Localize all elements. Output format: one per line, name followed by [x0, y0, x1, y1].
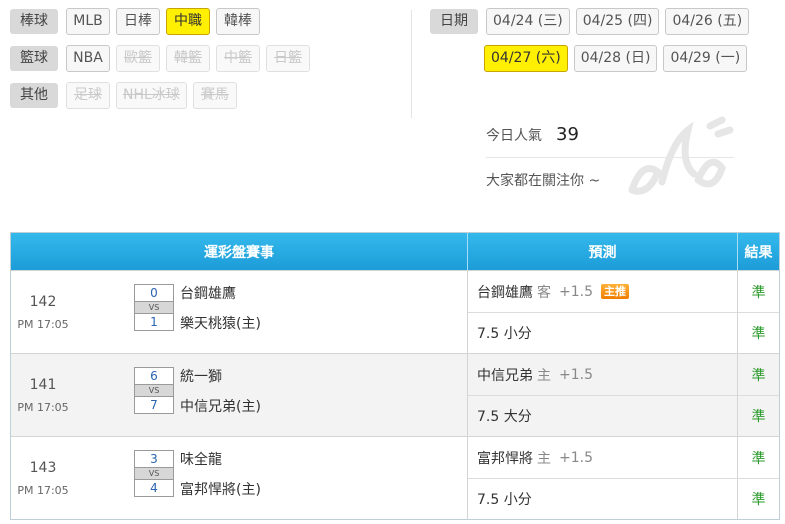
- game-time: PM 17:05: [17, 400, 69, 414]
- away-score: 0: [134, 284, 174, 302]
- prediction-total: 7.5 大分: [468, 395, 737, 436]
- chip-euro-basketball: 歐籃: [116, 45, 160, 72]
- filter-row-baseball: 棒球 MLB 日棒 中職 韓棒: [10, 8, 410, 35]
- pred-line: +1.5: [559, 366, 593, 383]
- home-score: 1: [134, 313, 174, 331]
- header-result: 結果: [744, 244, 773, 261]
- vs-label: VS: [134, 385, 174, 396]
- date-chip[interactable]: 04/25 (四): [575, 8, 660, 35]
- date-selector: 日期 04/24 (三) 04/25 (四) 04/26 (五) 04/27 (…: [430, 8, 780, 82]
- home-team: 中信兄弟(主): [180, 399, 261, 415]
- table-header: 運彩盤賽事 預測 結果: [11, 233, 779, 270]
- date-label: 日期: [430, 9, 478, 34]
- category-label: 棒球: [10, 9, 58, 34]
- chip-cpbl[interactable]: 中職: [166, 8, 210, 35]
- chip-horse-racing: 賽馬: [192, 82, 237, 109]
- date-row-1: 日期 04/24 (三) 04/25 (四) 04/26 (五): [430, 8, 780, 35]
- prediction-spread: 富邦悍將 主 +1.5: [468, 437, 737, 478]
- popularity-subtitle: 大家都在關注你 ~: [486, 173, 601, 189]
- filter-row-other: 其他 足球 NHL冰球 賽馬: [10, 82, 410, 109]
- prediction-total: 7.5 小分: [468, 312, 737, 353]
- pred-team: 台鋼雄鷹: [477, 284, 533, 301]
- header-prediction: 預測: [468, 233, 738, 270]
- date-chip[interactable]: 04/26 (五): [665, 8, 750, 35]
- game-time: PM 17:05: [17, 483, 69, 497]
- game-number: 143: [29, 459, 57, 476]
- away-score: 6: [134, 367, 174, 385]
- chip-kbo[interactable]: 韓棒: [216, 8, 260, 35]
- result-mark: 準: [751, 367, 766, 384]
- result-mark: 準: [738, 478, 779, 519]
- match-table: 運彩盤賽事 預測 結果 142 PM 17:05 0 VS 1 台鋼雄鷹 樂天桃…: [10, 232, 780, 520]
- popularity-count: 39: [556, 124, 579, 145]
- away-score: 3: [134, 450, 174, 468]
- game-number: 141: [29, 376, 57, 393]
- category-label: 其他: [10, 83, 58, 108]
- pred-line: +1.5: [559, 283, 593, 300]
- pred-team: 富邦悍將: [477, 450, 533, 467]
- date-chip[interactable]: 04/24 (三): [486, 8, 570, 35]
- result-mark: 準: [738, 312, 779, 353]
- result-mark: 準: [751, 284, 766, 301]
- date-row-2: 04/27 (六) 04/28 (日) 04/29 (一): [430, 45, 780, 72]
- home-team: 富邦悍將(主): [180, 482, 261, 498]
- prediction-spread: 中信兄弟 主 +1.5: [468, 354, 737, 395]
- table-row: 141 PM 17:05 6 VS 7 統一獅 中信兄弟(主) 中信兄弟 主 +…: [11, 353, 779, 436]
- result-mark: 準: [751, 450, 766, 467]
- divider: [411, 10, 412, 118]
- game-time: PM 17:05: [17, 317, 69, 331]
- pred-side: 主: [537, 367, 551, 384]
- date-chip-selected[interactable]: 04/27 (六): [484, 45, 568, 72]
- chip-japan-basketball: 日籃: [266, 45, 310, 72]
- date-chip[interactable]: 04/28 (日): [573, 45, 658, 72]
- scoreboard: 0 VS 1: [134, 284, 174, 331]
- pred-line: +1.5: [559, 449, 593, 466]
- date-chip[interactable]: 04/29 (一): [663, 45, 748, 72]
- chip-soccer: 足球: [66, 82, 110, 109]
- pred-side: 主: [537, 450, 551, 467]
- chip-china-basketball: 中籃: [216, 45, 260, 72]
- vs-label: VS: [134, 302, 174, 313]
- table-row: 142 PM 17:05 0 VS 1 台鋼雄鷹 樂天桃猿(主) 台鋼雄鷹 客 …: [11, 270, 779, 353]
- game-number: 142: [29, 293, 57, 310]
- pred-team: 中信兄弟: [477, 367, 533, 384]
- away-team: 味全龍: [180, 452, 222, 468]
- pred-side: 客: [537, 284, 551, 301]
- chip-npb[interactable]: 日棒: [116, 8, 160, 35]
- category-label: 籃球: [10, 46, 58, 71]
- header-match: 運彩盤賽事: [11, 233, 468, 270]
- sport-filters: 棒球 MLB 日棒 中職 韓棒 籃球 NBA 歐籃 韓籃 中籃 日籃 其他 足球…: [10, 8, 410, 119]
- table-row: 143 PM 17:05 3 VS 4 味全龍 富邦悍將(主) 富邦悍將 主 +…: [11, 436, 779, 519]
- away-team: 台鋼雄鷹: [180, 286, 236, 302]
- home-score: 4: [134, 479, 174, 497]
- vs-label: VS: [134, 468, 174, 479]
- chip-mlb[interactable]: MLB: [66, 8, 110, 35]
- filter-row-basketball: 籃球 NBA 歐籃 韓籃 中籃 日籃: [10, 45, 410, 72]
- popularity-panel: 今日人氣 39 大家都在關注你 ~: [486, 124, 734, 190]
- home-team: 樂天桃猿(主): [180, 316, 261, 332]
- chip-korea-basketball: 韓籃: [166, 45, 210, 72]
- recommend-badge: 主推: [601, 284, 629, 299]
- home-score: 7: [134, 396, 174, 414]
- chip-nba[interactable]: NBA: [66, 45, 110, 72]
- away-team: 統一獅: [180, 369, 222, 385]
- scoreboard: 3 VS 4: [134, 450, 174, 497]
- result-mark: 準: [738, 395, 779, 436]
- chip-nhl: NHL冰球: [116, 82, 187, 109]
- popularity-label: 今日人氣: [486, 128, 542, 144]
- prediction-spread: 台鋼雄鷹 客 +1.5 主推: [468, 271, 737, 312]
- prediction-total: 7.5 小分: [468, 478, 737, 519]
- scoreboard: 6 VS 7: [134, 367, 174, 414]
